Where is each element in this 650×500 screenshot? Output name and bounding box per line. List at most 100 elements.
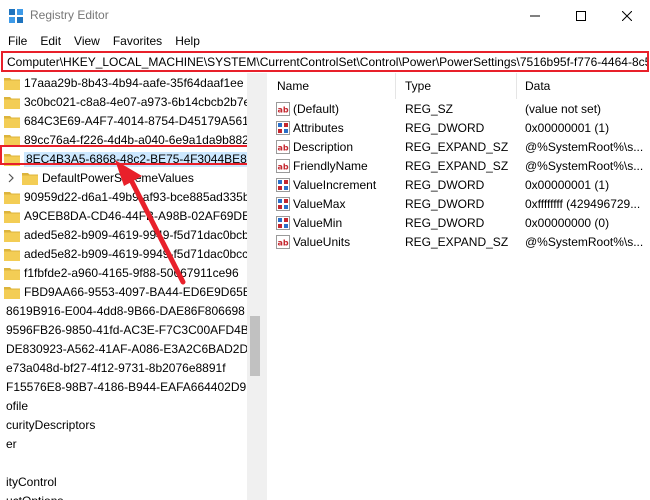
tree-item[interactable]: A9CEB8DA-CD46-44FB-A98B-02AF69DE4623 (0, 207, 263, 226)
tree-item[interactable]: aded5e82-b909-4619-9949-f5d71dac0bcb (0, 226, 263, 245)
list-header: Name Type Data (267, 73, 650, 99)
value-row[interactable]: ab (Default) REG_SZ (value not set) (267, 100, 650, 119)
tree-item[interactable]: aded5e82-b909-4619-9949-f5d71dac0bcc (0, 245, 263, 264)
svg-text:ab: ab (278, 239, 289, 248)
tree-scrollbar[interactable] (247, 73, 263, 500)
tree-item[interactable]: F15576E8-98B7-4186-B944-EAFA664402D9 (0, 378, 263, 397)
tree-item-label: aded5e82-b909-4619-9949-f5d71dac0bcc (24, 247, 249, 261)
string-value-icon: ab (276, 140, 290, 154)
value-row[interactable]: ValueMax REG_DWORD 0xffffffff (429496729..… (267, 195, 650, 214)
column-divider[interactable] (516, 73, 517, 99)
value-row[interactable]: ab Description REG_EXPAND_SZ @%SystemRoot%\… (267, 138, 650, 157)
tree-item[interactable]: e73a048d-bf27-4f12-9731-8b2076e8891f (0, 359, 263, 378)
window-title: Registry Editor (30, 8, 109, 22)
binary-value-icon (276, 121, 290, 135)
tree-item[interactable]: DE830923-A562-41AF-A086-E3A2C6BAD2DA (0, 340, 263, 359)
value-type: REG_DWORD (405, 178, 485, 192)
address-path: Computer\HKEY_LOCAL_MACHINE\SYSTEM\Curre… (7, 55, 647, 69)
menu-view[interactable]: View (69, 31, 105, 51)
svg-text:ab: ab (278, 106, 289, 115)
svg-text:ab: ab (278, 144, 289, 153)
tree-item[interactable]: er (0, 435, 263, 454)
address-bar[interactable]: Computer\HKEY_LOCAL_MACHINE\SYSTEM\Curre… (1, 51, 649, 72)
column-divider[interactable] (395, 73, 396, 99)
tree-item[interactable] (0, 454, 263, 473)
tree-item[interactable]: ofile (0, 397, 263, 416)
menu-help[interactable]: Help (170, 31, 205, 51)
value-type: REG_DWORD (405, 216, 485, 230)
tree-item-label: A9CEB8DA-CD46-44FB-A98B-02AF69DE4623 (24, 209, 263, 223)
value-type: REG_DWORD (405, 197, 485, 211)
binary-value-icon (276, 216, 290, 230)
folder-icon (4, 116, 20, 128)
registry-editor-app-icon (9, 9, 23, 23)
tree-item[interactable]: 3c0bc021-c8a8-4e07-a973-6b14cbcb2b7e (0, 93, 263, 112)
key-tree-pane[interactable]: 17aaa29b-8b43-4b94-aafe-35f64daaf1ee 3c0b… (0, 73, 263, 500)
column-header-type[interactable]: Type (405, 79, 431, 93)
minimize-button[interactable] (512, 0, 558, 31)
value-row[interactable]: ValueMin REG_DWORD 0x00000000 (0) (267, 214, 650, 233)
value-data: (value not set) (525, 102, 602, 116)
tree-item[interactable]: uctOptions (0, 492, 263, 500)
tree-item[interactable]: curityDescriptors (0, 416, 263, 435)
tree-item-label: ofile (6, 399, 29, 413)
tree-item-label: 3c0bc021-c8a8-4e07-a973-6b14cbcb2b7e (24, 95, 251, 109)
tree-item[interactable]: 90959d22-d6a1-49b9-af93-bce885ad335b (0, 188, 263, 207)
folder-icon (4, 192, 20, 204)
menu-favorites[interactable]: Favorites (108, 31, 167, 51)
value-name: FriendlyName (293, 159, 368, 173)
value-data: 0x00000001 (1) (525, 121, 610, 135)
tree-item-label: F15576E8-98B7-4186-B944-EAFA664402D9 (6, 380, 247, 394)
folder-icon (4, 230, 20, 242)
values-list-pane[interactable]: Name Type Data ab (Default) REG_SZ (value n… (267, 73, 650, 500)
maximize-button[interactable] (558, 0, 604, 31)
value-name: Description (293, 140, 354, 154)
tree-item-label: aded5e82-b909-4619-9949-f5d71dac0bcb (24, 228, 249, 242)
tree-item[interactable]: DefaultPowerSchemeValues (0, 169, 263, 188)
tree-item-label: f1fbfde2-a960-4165-9f88-50667911ce96 (24, 266, 239, 280)
value-type: REG_SZ (405, 102, 454, 116)
value-name: ValueUnits (293, 235, 351, 249)
tree-item[interactable]: 9596FB26-9850-41fd-AC3E-F7C3C00AFD4B (0, 321, 263, 340)
value-type: REG_EXPAND_SZ (405, 140, 509, 154)
menu-edit[interactable]: Edit (35, 31, 66, 51)
value-name: ValueIncrement (293, 178, 377, 192)
tree-scrollbar-thumb[interactable] (250, 316, 260, 376)
tree-item[interactable]: f1fbfde2-a960-4165-9f88-50667911ce96 (0, 264, 263, 283)
string-value-icon: ab (276, 102, 290, 116)
string-value-icon: ab (276, 235, 290, 249)
tree-item[interactable]: FBD9AA66-9553-4097-BA44-ED6E9D65EAB8 (0, 283, 263, 302)
binary-value-icon (276, 178, 290, 192)
folder-icon (22, 173, 38, 185)
menu-file[interactable]: File (3, 31, 32, 51)
menu-bar: File Edit View Favorites Help (0, 31, 650, 51)
value-type: REG_EXPAND_SZ (405, 235, 509, 249)
tree-item-label: 9596FB26-9850-41fd-AC3E-F7C3C00AFD4B (6, 323, 249, 337)
value-data: 0x00000000 (0) (525, 216, 610, 230)
column-header-data[interactable]: Data (525, 79, 550, 93)
value-row[interactable]: ab ValueUnits REG_EXPAND_SZ @%SystemRoot%\s… (267, 233, 650, 252)
tree-item[interactable]: 684C3E69-A4F7-4014-8754-D45179A56167 (0, 112, 263, 131)
tree-item-label: FBD9AA66-9553-4097-BA44-ED6E9D65EAB8 (24, 285, 263, 299)
column-header-name[interactable]: Name (277, 79, 309, 93)
folder-icon (4, 78, 20, 90)
close-button[interactable] (604, 0, 650, 31)
tree-item[interactable]: ityControl (0, 473, 263, 492)
folder-icon (4, 211, 20, 223)
value-row[interactable]: ab FriendlyName REG_EXPAND_SZ @%SystemRoot%… (267, 157, 650, 176)
tree-item-label: DefaultPowerSchemeValues (42, 171, 194, 185)
value-name: ValueMax (293, 197, 346, 211)
value-data: @%SystemRoot%\s... (525, 140, 644, 154)
value-row[interactable]: ValueIncrement REG_DWORD 0x00000001 (1) (267, 176, 650, 195)
close-icon (622, 10, 632, 21)
tree-item-label: 17aaa29b-8b43-4b94-aafe-35f64daaf1ee (24, 76, 244, 90)
tree-item-label: e73a048d-bf27-4f12-9731-8b2076e8891f (6, 361, 226, 375)
tree-item-label: ityControl (6, 475, 57, 489)
value-name: (Default) (293, 102, 340, 116)
tree-item-label: er (6, 437, 17, 451)
folder-icon (4, 268, 20, 280)
tree-item[interactable]: 17aaa29b-8b43-4b94-aafe-35f64daaf1ee (0, 74, 263, 93)
value-row[interactable]: Attributes REG_DWORD 0x00000001 (1) (267, 119, 650, 138)
chevron-right-icon[interactable] (6, 172, 16, 184)
tree-item[interactable]: 8619B916-E004-4dd8-9B66-DAE86F806698 (0, 302, 263, 321)
